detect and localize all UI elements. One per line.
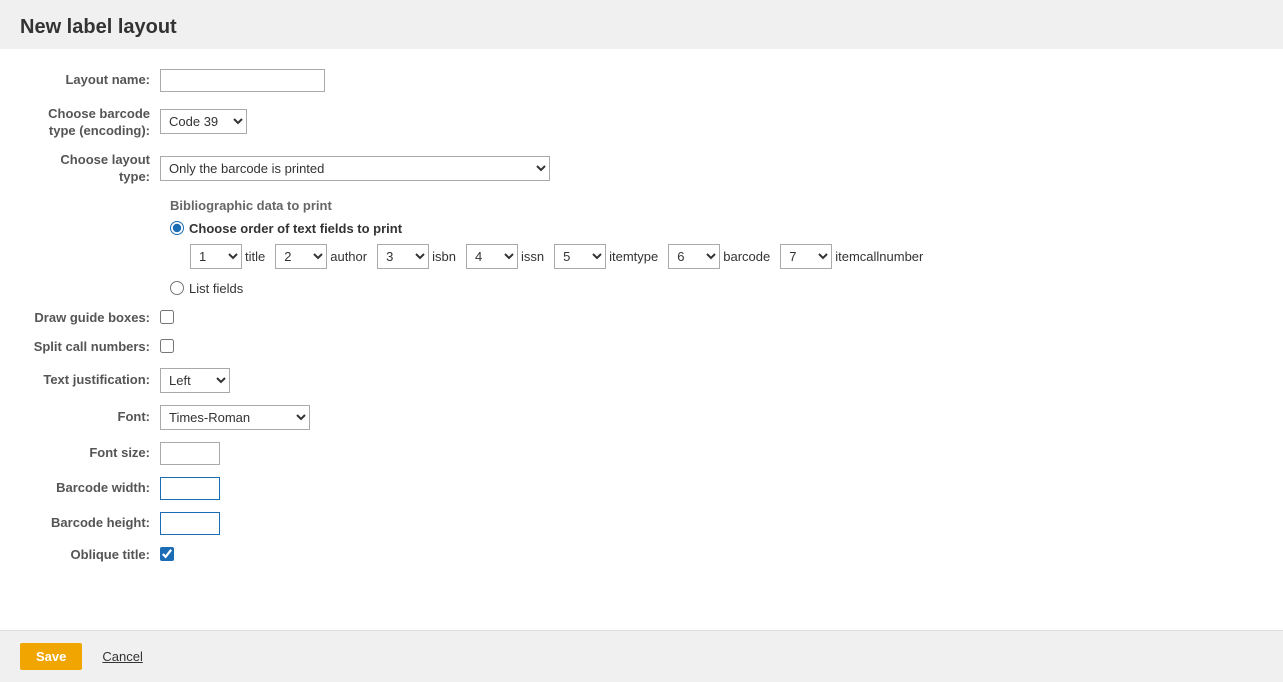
bibliographic-section-header: Bibliographic data to print <box>170 198 1253 213</box>
isbn-field-label: isbn <box>432 249 456 264</box>
field-group-itemcallnumber: 1234567 itemcallnumber <box>780 244 923 269</box>
list-fields-label: List fields <box>189 281 243 296</box>
list-fields-radio[interactable] <box>170 281 184 295</box>
draw-guide-boxes-field <box>160 310 1253 327</box>
field-group-author: 1234567 author <box>275 244 367 269</box>
barcode-type-label: Choose barcode type (encoding): <box>30 104 160 140</box>
text-justification-row: Text justification: Left Center Right <box>30 368 1253 393</box>
barcode-width-label: Barcode width: <box>30 480 160 497</box>
list-fields-radio-row: List fields <box>170 281 1253 296</box>
cancel-button[interactable]: Cancel <box>92 643 152 670</box>
font-field: Times-Roman Helvetica Courier <box>160 405 1253 430</box>
barcode-width-field: 0.8 <box>160 477 1253 500</box>
draw-guide-boxes-checkbox[interactable] <box>160 310 174 324</box>
field-group-title: 1234567 title <box>190 244 265 269</box>
barcode-order-select[interactable]: 1234567 <box>668 244 720 269</box>
title-field-label: title <box>245 249 265 264</box>
layout-type-label: Choose layout type: <box>30 152 160 186</box>
layout-type-row: Choose layout type: Only the barcode is … <box>30 152 1253 186</box>
barcode-type-select[interactable]: Code 39 Code 128 QR Code <box>160 109 247 134</box>
oblique-title-label: Oblique title: <box>30 547 160 564</box>
field-group-issn: 1234567 issn <box>466 244 544 269</box>
barcode-height-field: 0.01 <box>160 512 1253 535</box>
split-call-numbers-checkbox[interactable] <box>160 339 174 353</box>
split-call-numbers-field <box>160 339 1253 356</box>
barcode-width-row: Barcode width: 0.8 <box>30 477 1253 500</box>
oblique-title-checkbox[interactable] <box>160 547 174 561</box>
page-wrapper: New label layout Layout name: DEFAULT Ch… <box>0 0 1283 682</box>
barcode-height-label: Barcode height: <box>30 515 160 532</box>
choose-order-radio-row: Choose order of text fields to print <box>170 221 1253 236</box>
layout-type-field: Only the barcode is printed Barcode and … <box>160 156 1253 181</box>
isbn-order-select[interactable]: 1234567 <box>377 244 429 269</box>
layout-name-input[interactable]: DEFAULT <box>160 69 325 92</box>
oblique-title-field <box>160 547 1253 564</box>
page-title: New label layout <box>0 0 1283 49</box>
itemcallnumber-order-select[interactable]: 1234567 <box>780 244 832 269</box>
split-call-numbers-row: Split call numbers: <box>30 339 1253 356</box>
barcode-height-row: Barcode height: 0.01 <box>30 512 1253 535</box>
barcode-field-label: barcode <box>723 249 770 264</box>
title-order-select[interactable]: 1234567 <box>190 244 242 269</box>
draw-guide-boxes-label: Draw guide boxes: <box>30 310 160 327</box>
field-group-barcode: 1234567 barcode <box>668 244 770 269</box>
issn-field-label: issn <box>521 249 544 264</box>
form-container: Layout name: DEFAULT Choose barcode type… <box>0 49 1283 596</box>
layout-type-select[interactable]: Only the barcode is printed Barcode and … <box>160 156 550 181</box>
barcode-width-input[interactable]: 0.8 <box>160 477 220 500</box>
itemtype-order-select[interactable]: 1234567 <box>554 244 606 269</box>
barcode-type-field: Code 39 Code 128 QR Code <box>160 109 1253 134</box>
choose-order-radio[interactable] <box>170 221 184 235</box>
field-group-isbn: 1234567 isbn <box>377 244 456 269</box>
layout-name-field: DEFAULT <box>160 69 1253 92</box>
author-field-label: author <box>330 249 367 264</box>
font-label: Font: <box>30 409 160 426</box>
footer-bar: Save Cancel <box>0 630 1283 682</box>
font-select[interactable]: Times-Roman Helvetica Courier <box>160 405 310 430</box>
oblique-title-row: Oblique title: <box>30 547 1253 564</box>
font-size-input[interactable]: 3 <box>160 442 220 465</box>
author-order-select[interactable]: 1234567 <box>275 244 327 269</box>
text-justification-select[interactable]: Left Center Right <box>160 368 230 393</box>
font-row: Font: Times-Roman Helvetica Courier <box>30 405 1253 430</box>
barcode-height-input[interactable]: 0.01 <box>160 512 220 535</box>
font-size-label: Font size: <box>30 445 160 462</box>
itemcallnumber-field-label: itemcallnumber <box>835 249 923 264</box>
fields-order-row: 1234567 title 1234567 author 1234567 isb… <box>190 244 1253 269</box>
font-size-row: Font size: 3 <box>30 442 1253 465</box>
text-justification-field: Left Center Right <box>160 368 1253 393</box>
save-button[interactable]: Save <box>20 643 82 670</box>
text-justification-label: Text justification: <box>30 372 160 389</box>
layout-name-label: Layout name: <box>30 72 160 89</box>
barcode-type-row: Choose barcode type (encoding): Code 39 … <box>30 104 1253 140</box>
itemtype-field-label: itemtype <box>609 249 658 264</box>
layout-name-row: Layout name: DEFAULT <box>30 69 1253 92</box>
field-group-itemtype: 1234567 itemtype <box>554 244 658 269</box>
draw-guide-boxes-row: Draw guide boxes: <box>30 310 1253 327</box>
issn-order-select[interactable]: 1234567 <box>466 244 518 269</box>
split-call-numbers-label: Split call numbers: <box>30 339 160 356</box>
font-size-field: 3 <box>160 442 1253 465</box>
choose-order-label: Choose order of text fields to print <box>189 221 402 236</box>
